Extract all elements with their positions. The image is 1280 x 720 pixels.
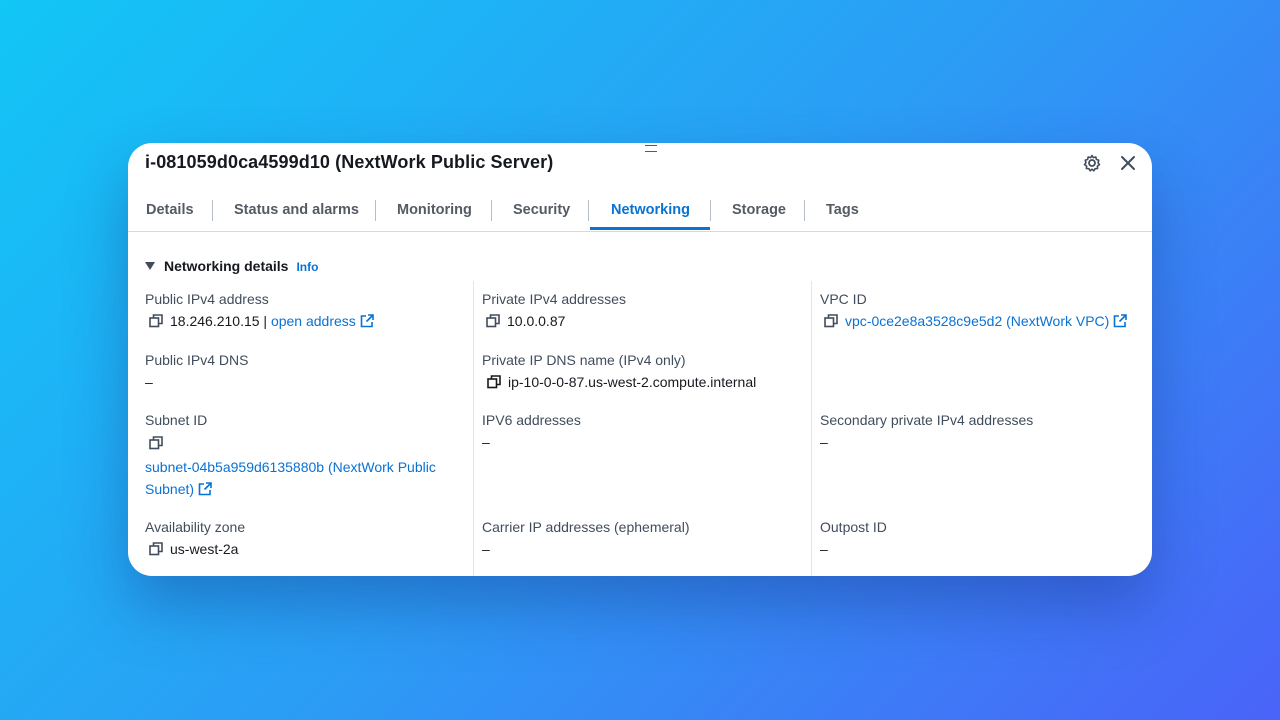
tab-status-and-alarms[interactable]: Status and alarms bbox=[234, 191, 359, 229]
instance-title: i-081059d0ca4599d10 (NextWork Public Ser… bbox=[145, 152, 554, 172]
carrier-ip-value: – bbox=[482, 541, 490, 557]
private-ipv4-label: Private IPv4 addresses bbox=[482, 291, 626, 307]
copy-icon[interactable] bbox=[149, 436, 163, 450]
tab-networking[interactable]: Networking bbox=[611, 191, 690, 229]
public-ipv4-label: Public IPv4 address bbox=[145, 291, 269, 307]
public-ipv4-value-row: 18.246.210.15 | open address bbox=[149, 313, 374, 329]
copy-icon[interactable] bbox=[149, 542, 163, 556]
value-separator: | bbox=[263, 313, 268, 329]
external-link-icon[interactable] bbox=[1113, 314, 1128, 328]
tab-details[interactable]: Details bbox=[146, 191, 194, 229]
secondary-private-ipv4-label: Secondary private IPv4 addresses bbox=[820, 412, 1034, 428]
caret-down-icon bbox=[145, 262, 155, 270]
active-tab-indicator bbox=[590, 227, 710, 230]
public-dns-label: Public IPv4 DNS bbox=[145, 352, 249, 368]
tab-security[interactable]: Security bbox=[513, 191, 570, 229]
availability-zone-label: Availability zone bbox=[145, 519, 246, 535]
outpost-id-value: – bbox=[820, 541, 828, 557]
vpc-id-label: VPC ID bbox=[820, 291, 867, 307]
networking-details-header[interactable]: Networking details Info bbox=[145, 258, 318, 274]
section-title: Networking details bbox=[164, 258, 289, 274]
resize-handle[interactable] bbox=[645, 145, 657, 152]
subnet-id-link-tail[interactable]: Subnet) bbox=[145, 481, 194, 497]
subnet-id-link-line2[interactable]: Subnet) bbox=[145, 481, 212, 497]
open-address-link[interactable]: open address bbox=[271, 313, 356, 329]
ipv6-label: IPV6 addresses bbox=[482, 412, 581, 428]
tab-monitoring[interactable]: Monitoring bbox=[397, 191, 472, 229]
vpc-id-value-row: vpc-0ce2e8a3528c9e5d2 (NextWork VPC) bbox=[824, 313, 1128, 329]
gear-icon[interactable] bbox=[1081, 152, 1103, 174]
ipv6-value: – bbox=[482, 434, 490, 450]
close-icon[interactable] bbox=[1117, 152, 1139, 174]
private-dns-value: ip-10-0-0-87.us-west-2.compute.internal bbox=[508, 374, 757, 390]
info-link[interactable]: Info bbox=[296, 260, 318, 274]
subnet-id-link[interactable]: subnet-04b5a959d6135880b (NextWork Publi… bbox=[145, 459, 436, 475]
vpc-id-link[interactable]: vpc-0ce2e8a3528c9e5d2 (NextWork VPC) bbox=[845, 313, 1109, 329]
copy-icon[interactable] bbox=[824, 314, 838, 328]
column-divider bbox=[811, 281, 812, 576]
carrier-ip-label: Carrier IP addresses (ephemeral) bbox=[482, 519, 690, 535]
copy-icon[interactable] bbox=[486, 314, 500, 328]
tab-divider bbox=[804, 200, 805, 221]
tab-tags[interactable]: Tags bbox=[826, 191, 859, 229]
public-ipv4-value: 18.246.210.15 bbox=[170, 313, 260, 329]
copy-icon[interactable] bbox=[149, 314, 163, 328]
tab-storage[interactable]: Storage bbox=[732, 191, 786, 229]
tab-divider bbox=[710, 200, 711, 221]
outpost-id-label: Outpost ID bbox=[820, 519, 887, 535]
private-dns-value-row: ip-10-0-0-87.us-west-2.compute.internal bbox=[487, 374, 756, 390]
availability-zone-value: us-west-2a bbox=[170, 541, 239, 557]
tab-divider bbox=[375, 200, 376, 221]
column-divider bbox=[473, 281, 474, 576]
tab-divider bbox=[212, 200, 213, 221]
private-ipv4-value-row: 10.0.0.87 bbox=[486, 313, 565, 329]
private-dns-label: Private IP DNS name (IPv4 only) bbox=[482, 352, 686, 368]
external-link-icon[interactable] bbox=[198, 482, 212, 496]
public-dns-value: – bbox=[145, 374, 153, 390]
tab-bar: Details Status and alarms Monitoring Sec… bbox=[128, 191, 1152, 232]
instance-details-panel: i-081059d0ca4599d10 (NextWork Public Ser… bbox=[128, 143, 1152, 576]
secondary-private-ipv4-value: – bbox=[820, 434, 828, 450]
subnet-id-label: Subnet ID bbox=[145, 412, 208, 428]
external-link-icon[interactable] bbox=[360, 314, 374, 328]
tab-divider bbox=[588, 200, 589, 221]
availability-zone-value-row: us-west-2a bbox=[149, 541, 238, 557]
private-ipv4-value: 10.0.0.87 bbox=[507, 313, 566, 329]
copy-icon[interactable] bbox=[487, 375, 501, 389]
tab-divider bbox=[491, 200, 492, 221]
